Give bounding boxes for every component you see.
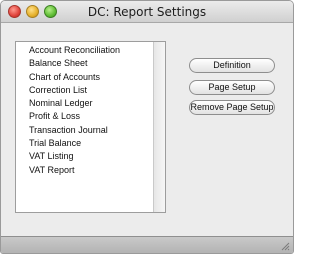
list-item[interactable]: Balance Sheet — [16, 57, 154, 70]
report-list[interactable]: Account Reconciliation Balance Sheet Cha… — [15, 41, 166, 213]
window-title: DC: Report Settings — [87, 5, 207, 19]
list-item[interactable]: Account Reconciliation — [16, 44, 154, 57]
list-item[interactable]: Correction List — [16, 84, 154, 97]
title-bar[interactable]: DC: Report Settings — [1, 1, 293, 23]
status-bar — [1, 236, 293, 253]
list-scrollbar[interactable] — [153, 42, 165, 212]
list-item[interactable]: Transaction Journal — [16, 124, 154, 137]
list-item[interactable]: VAT Report — [16, 164, 154, 177]
report-list-items: Account Reconciliation Balance Sheet Cha… — [16, 44, 154, 177]
remove-page-setup-button[interactable]: Remove Page Setup — [189, 100, 275, 115]
definition-button[interactable]: Definition — [189, 58, 275, 73]
resize-grip-icon[interactable] — [280, 241, 290, 251]
page-setup-button[interactable]: Page Setup — [189, 80, 275, 95]
list-item[interactable]: Trial Balance — [16, 137, 154, 150]
report-settings-window: DC: Report Settings Account Reconciliati… — [0, 0, 294, 254]
list-item[interactable]: Nominal Ledger — [16, 97, 154, 110]
list-item[interactable]: Chart of Accounts — [16, 71, 154, 84]
list-item[interactable]: Profit & Loss — [16, 110, 154, 123]
list-item[interactable]: VAT Listing — [16, 150, 154, 163]
